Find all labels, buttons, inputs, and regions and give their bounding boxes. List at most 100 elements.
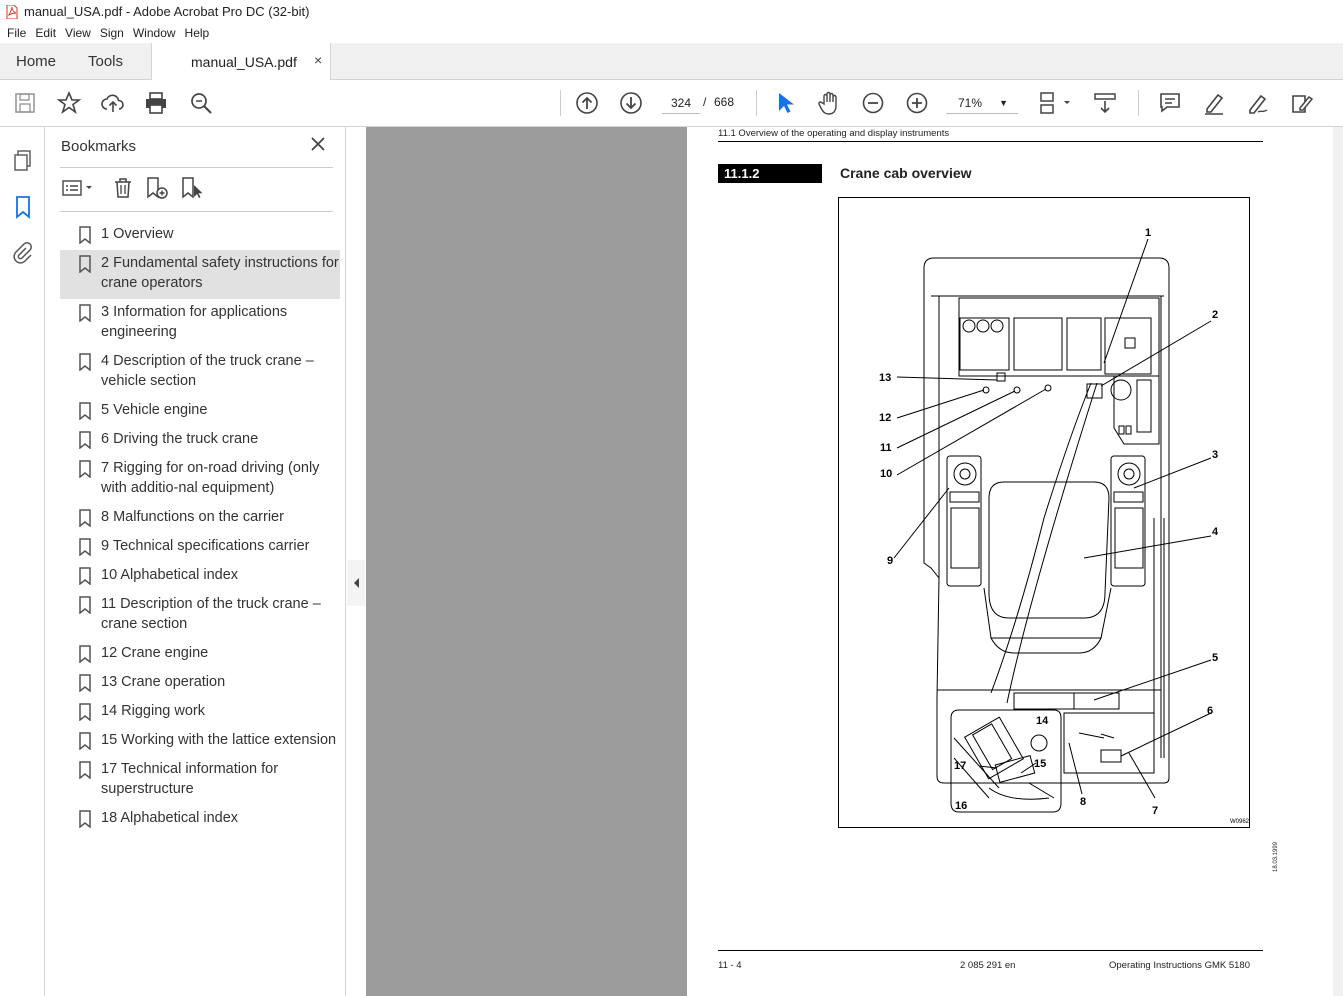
crane-cab-figure: 1 2 3 4 5 6 7 8 9 10 11 12 13 14 15 16 1… bbox=[838, 197, 1250, 828]
bookmark-item[interactable]: 12 Crane engine bbox=[60, 640, 340, 669]
document-canvas-background bbox=[366, 127, 687, 996]
menu-sign[interactable]: Sign bbox=[100, 26, 124, 40]
bookmark-icon bbox=[79, 509, 91, 527]
bookmark-item[interactable]: 14 Rigging work bbox=[60, 698, 340, 727]
select-cursor-icon[interactable] bbox=[772, 90, 798, 116]
bookmark-icon bbox=[79, 538, 91, 556]
pdf-page[interactable]: 11.1 Overview of the operating and displ… bbox=[687, 127, 1333, 996]
menu-file[interactable]: File bbox=[7, 26, 26, 40]
bookmark-label: 9 Technical specifications carrier bbox=[101, 538, 310, 554]
callout-16: 16 bbox=[955, 800, 967, 812]
callout-11: 11 bbox=[880, 442, 892, 454]
search-zoom-icon[interactable] bbox=[188, 90, 214, 116]
bookmark-item[interactable]: 3 Information for applications engineeri… bbox=[60, 299, 340, 348]
bookmark-label: 11 Description of the truck crane – cran… bbox=[101, 596, 321, 632]
tab-tools[interactable]: Tools bbox=[88, 53, 123, 70]
callout-8: 8 bbox=[1080, 796, 1086, 808]
bookmark-label: 12 Crane engine bbox=[101, 645, 209, 661]
vertical-scrollbar[interactable] bbox=[1333, 127, 1343, 996]
bookmarks-panel-icon[interactable] bbox=[12, 195, 34, 219]
bookmark-item[interactable]: 2 Fundamental safety instructions for cr… bbox=[60, 250, 340, 299]
delete-bookmark-icon[interactable] bbox=[112, 177, 134, 199]
sign-icon[interactable] bbox=[1245, 90, 1271, 116]
attachments-paperclip-icon[interactable] bbox=[11, 241, 33, 265]
bookmark-item[interactable]: 7 Rigging for on-road driving (only with… bbox=[60, 455, 340, 504]
prev-page-icon[interactable] bbox=[574, 90, 600, 116]
upload-cloud-icon[interactable] bbox=[100, 90, 126, 116]
main-toolbar: 324 / 668 71% ▼ bbox=[0, 80, 1343, 127]
bookmark-item[interactable]: 13 Crane operation bbox=[60, 669, 340, 698]
bookmark-item[interactable]: 15 Working with the lattice extension bbox=[60, 727, 340, 756]
tab-home[interactable]: Home bbox=[16, 53, 56, 70]
bookmark-item[interactable]: 10 Alphabetical index bbox=[60, 562, 340, 591]
header-rule bbox=[718, 141, 1263, 142]
footer-page-number: 11 - 4 bbox=[718, 960, 742, 971]
new-bookmark-icon[interactable] bbox=[145, 177, 169, 199]
bookmark-icon bbox=[79, 226, 91, 244]
menu-view[interactable]: View bbox=[65, 26, 91, 40]
page-thumbnails-icon[interactable] bbox=[12, 149, 34, 173]
bookmark-icon bbox=[79, 810, 91, 828]
side-date: 18.03.1999 bbox=[1273, 841, 1279, 872]
bookmark-item[interactable]: 4 Description of the truck crane – vehic… bbox=[60, 348, 340, 397]
footer-rule bbox=[718, 950, 1263, 951]
bookmark-item[interactable]: 8 Malfunctions on the carrier bbox=[60, 504, 340, 533]
bookmark-item[interactable]: 11 Description of the truck crane – cran… bbox=[60, 591, 340, 640]
section-title: Crane cab overview bbox=[840, 165, 972, 181]
bookmark-icon bbox=[79, 402, 91, 420]
menu-help[interactable]: Help bbox=[185, 26, 210, 40]
bookmark-icon bbox=[79, 304, 91, 322]
chevron-left-icon bbox=[354, 578, 359, 588]
next-page-icon[interactable] bbox=[618, 90, 644, 116]
zoom-level-value: 71% bbox=[958, 96, 983, 110]
scroll-mode-icon[interactable] bbox=[1092, 90, 1118, 116]
bookmark-icon bbox=[79, 761, 91, 779]
callout-10: 10 bbox=[880, 468, 892, 480]
crane-cab-drawing: 1 2 3 4 5 6 7 8 9 10 11 12 13 14 15 16 1… bbox=[879, 227, 1250, 825]
callout-2: 2 bbox=[1212, 309, 1218, 321]
toolbar-separator bbox=[1138, 90, 1139, 116]
bookmark-label: 5 Vehicle engine bbox=[101, 402, 208, 418]
comment-icon[interactable] bbox=[1157, 90, 1183, 116]
bookmark-star-icon[interactable] bbox=[56, 90, 82, 116]
bookmark-item[interactable]: 18 Alphabetical index bbox=[60, 805, 340, 834]
footer-doc-title: Operating Instructions GMK 5180 bbox=[1109, 960, 1250, 971]
bookmark-item[interactable]: 1 Overview bbox=[60, 221, 340, 250]
toolbar-separator bbox=[560, 90, 561, 116]
close-icon[interactable] bbox=[310, 136, 326, 152]
callout-15: 15 bbox=[1034, 758, 1046, 770]
menu-edit[interactable]: Edit bbox=[35, 26, 56, 40]
save-icon[interactable] bbox=[12, 90, 38, 116]
divider bbox=[60, 167, 333, 168]
bookmark-from-selection-icon[interactable] bbox=[180, 177, 204, 199]
bookmark-item[interactable]: 5 Vehicle engine bbox=[60, 397, 340, 426]
panel-collapse-handle[interactable] bbox=[347, 560, 365, 606]
zoom-level-select[interactable]: 71% ▼ bbox=[946, 92, 1018, 114]
page-header: 11.1 Overview of the operating and displ… bbox=[718, 128, 950, 139]
bookmarks-panel: Bookmarks 1 Overview 2 Fundamental safety… bbox=[45, 127, 346, 996]
print-icon[interactable] bbox=[143, 90, 169, 116]
bookmark-item[interactable]: 17 Technical information for superstruct… bbox=[60, 756, 340, 805]
bookmark-options-icon[interactable] bbox=[61, 177, 97, 199]
zoom-in-icon[interactable] bbox=[904, 90, 930, 116]
bookmark-label: 4 Description of the truck crane – vehic… bbox=[101, 353, 314, 389]
bookmark-item[interactable]: 9 Technical specifications carrier bbox=[60, 533, 340, 562]
tab-close-icon[interactable]: × bbox=[314, 52, 322, 68]
highlight-icon[interactable] bbox=[1201, 90, 1227, 116]
bookmark-label: 8 Malfunctions on the carrier bbox=[101, 509, 284, 525]
menu-window[interactable]: Window bbox=[133, 26, 176, 40]
hand-tool-icon[interactable] bbox=[816, 90, 842, 116]
callout-13: 13 bbox=[879, 372, 891, 384]
bookmark-icon bbox=[79, 460, 91, 478]
divider bbox=[60, 211, 333, 212]
page-number-input[interactable]: 324 bbox=[662, 92, 700, 114]
page-layout-icon[interactable] bbox=[1038, 90, 1074, 116]
bookmark-icon bbox=[79, 732, 91, 750]
navigation-rail bbox=[0, 127, 45, 996]
bookmark-item[interactable]: 6 Driving the truck crane bbox=[60, 426, 340, 455]
bookmark-label: 7 Rigging for on-road driving (only with… bbox=[101, 460, 320, 496]
zoom-out-icon[interactable] bbox=[860, 90, 886, 116]
edit-pdf-icon[interactable] bbox=[1289, 90, 1315, 116]
bookmark-label: 17 Technical information for superstruct… bbox=[101, 761, 279, 797]
tab-document[interactable]: manual_USA.pdf × bbox=[151, 43, 331, 80]
